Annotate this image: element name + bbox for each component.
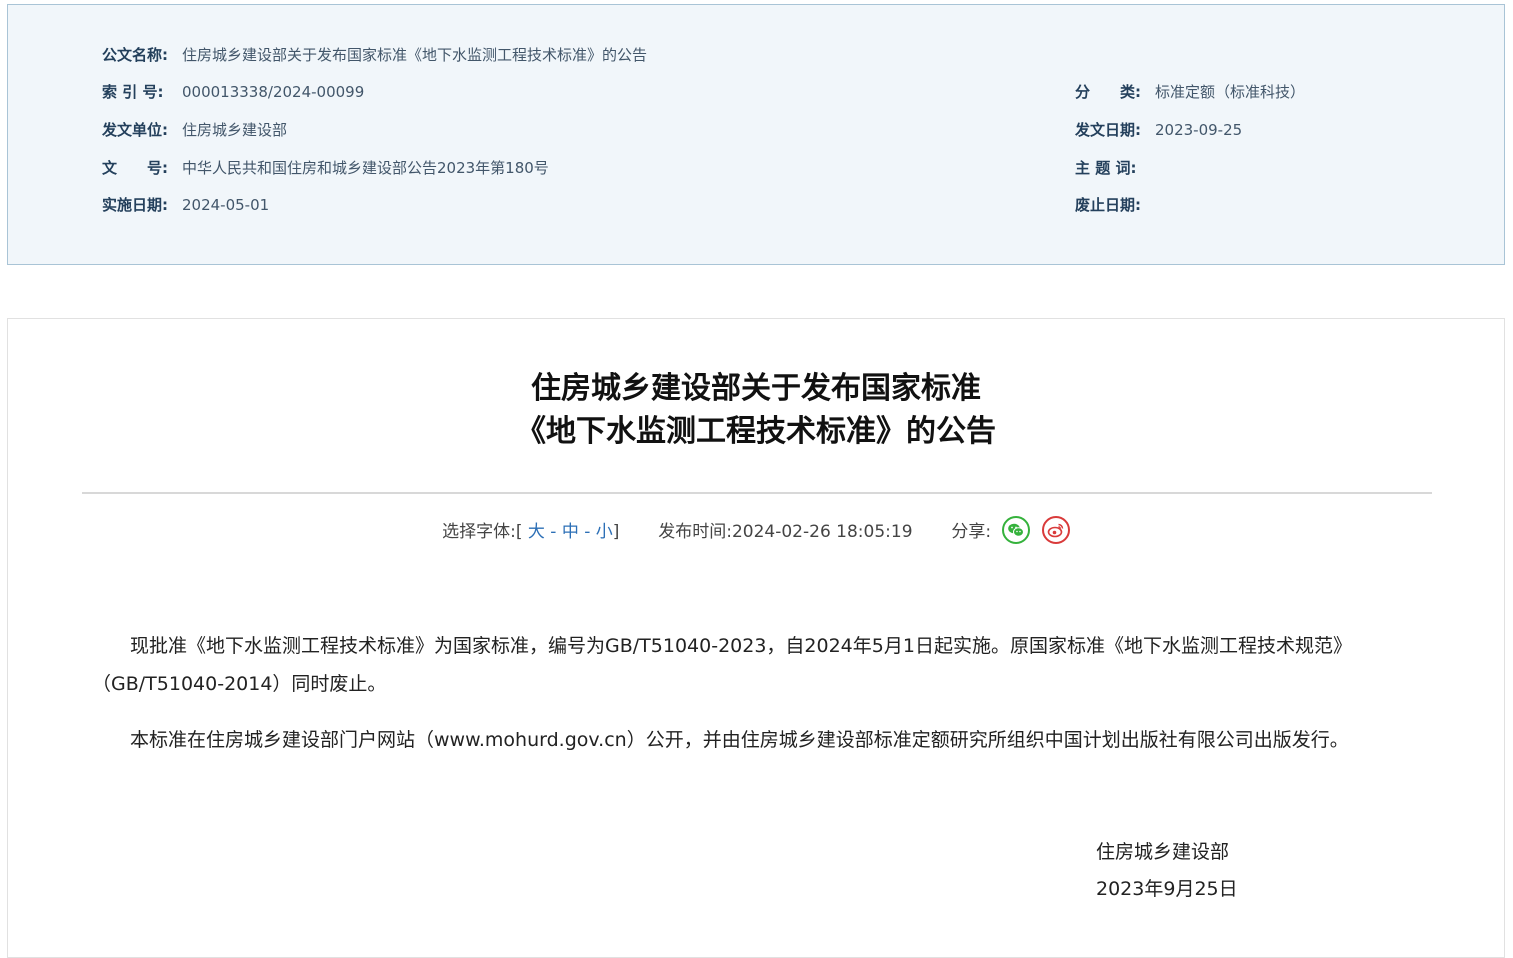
meta-index-row: 索 引 号: 000013338/2024-00099: [102, 82, 364, 102]
meta-category-value: 标准定额（标准科技）: [1155, 83, 1306, 101]
signature-date: 2023年9月25日: [1096, 878, 1238, 900]
signature-org: 住房城乡建设部: [1096, 841, 1230, 863]
article-title-line1: 住房城乡建设部关于发布国家标准: [531, 371, 981, 406]
font-large-link[interactable]: 大: [528, 522, 545, 542]
meta-index-label: 索 引 号:: [102, 83, 164, 101]
font-bracket-open: [: [515, 522, 523, 542]
font-size-label: 选择字体:: [442, 522, 516, 542]
meta-title-row: 公文名称: 住房城乡建设部关于发布国家标准《地下水监测工程技术标准》的公告: [102, 45, 647, 65]
meta-effective-label: 实施日期:: [102, 196, 168, 214]
meta-issuer-label: 发文单位:: [102, 121, 168, 139]
font-small-link[interactable]: 小: [596, 522, 613, 542]
meta-subject-row: 主 题 词:: [1075, 158, 1155, 178]
meta-docno-label: 文 号:: [102, 159, 168, 177]
share-label: 分享:: [951, 522, 992, 542]
article-title-line2: 《地下水监测工程技术标准》的公告: [516, 414, 996, 449]
publish-time-label: 发布时间:: [658, 522, 732, 542]
weibo-share-button[interactable]: [1041, 516, 1070, 544]
article-paragraph-1: 现批准《地下水监测工程技术标准》为国家标准，编号为GB/T51040-2023，…: [92, 635, 1352, 695]
weibo-icon: [1047, 523, 1064, 538]
meta-category-label: 分 类:: [1075, 83, 1141, 101]
meta-abolish-row: 废止日期:: [1075, 195, 1155, 215]
publish-time-value: 2024-02-26 18:05:19: [731, 522, 913, 542]
meta-title-value: 住房城乡建设部关于发布国家标准《地下水监测工程技术标准》的公告: [182, 46, 648, 64]
meta-abolish-label: 废止日期:: [1075, 196, 1141, 214]
font-separator-1: -: [550, 522, 557, 542]
meta-title-label: 公文名称:: [102, 46, 168, 64]
wechat-share-button[interactable]: [1002, 516, 1031, 544]
meta-category-row: 分 类: 标准定额（标准科技）: [1075, 82, 1305, 102]
article-info-bar: 选择字体:[ 大 - 中 - 小] 发布时间:2024-02-26 18:05:…: [8, 516, 1504, 546]
font-size-selector: 选择字体:[ 大 - 中 - 小]: [442, 522, 625, 542]
title-divider: [82, 492, 1432, 494]
meta-issue-date-row: 发文日期: 2023-09-25: [1075, 120, 1242, 140]
font-bracket-close: ]: [612, 522, 620, 542]
article-container: 住房城乡建设部关于发布国家标准 《地下水监测工程技术标准》的公告 选择字体:[ …: [7, 318, 1505, 958]
meta-docno-value: 中华人民共和国住房和城乡建设部公告2023年第180号: [182, 159, 549, 177]
meta-issuer-value: 住房城乡建设部: [182, 121, 288, 139]
meta-index-value: 000013338/2024-00099: [182, 83, 365, 101]
meta-effective-value: 2024-05-01: [182, 196, 270, 214]
meta-subject-label: 主 题 词:: [1075, 159, 1137, 177]
article-paragraph-2: 本标准在住房城乡建设部门户网站（www.mohurd.gov.cn）公开，并由住…: [130, 729, 1349, 751]
meta-docno-row: 文 号: 中华人民共和国住房和城乡建设部公告2023年第180号: [102, 158, 549, 178]
meta-issuer-row: 发文单位: 住房城乡建设部: [102, 120, 287, 140]
wechat-icon: [1008, 523, 1025, 537]
meta-issue-date-value: 2023-09-25: [1155, 121, 1243, 139]
article-title: 住房城乡建设部关于发布国家标准 《地下水监测工程技术标准》的公告: [8, 367, 1504, 453]
meta-issue-date-label: 发文日期:: [1075, 121, 1141, 139]
meta-effective-row: 实施日期: 2024-05-01: [102, 195, 269, 215]
font-separator-2: -: [584, 522, 591, 542]
document-meta-box: 公文名称: 住房城乡建设部关于发布国家标准《地下水监测工程技术标准》的公告 索 引…: [7, 4, 1505, 265]
font-medium-link[interactable]: 中: [562, 522, 579, 542]
